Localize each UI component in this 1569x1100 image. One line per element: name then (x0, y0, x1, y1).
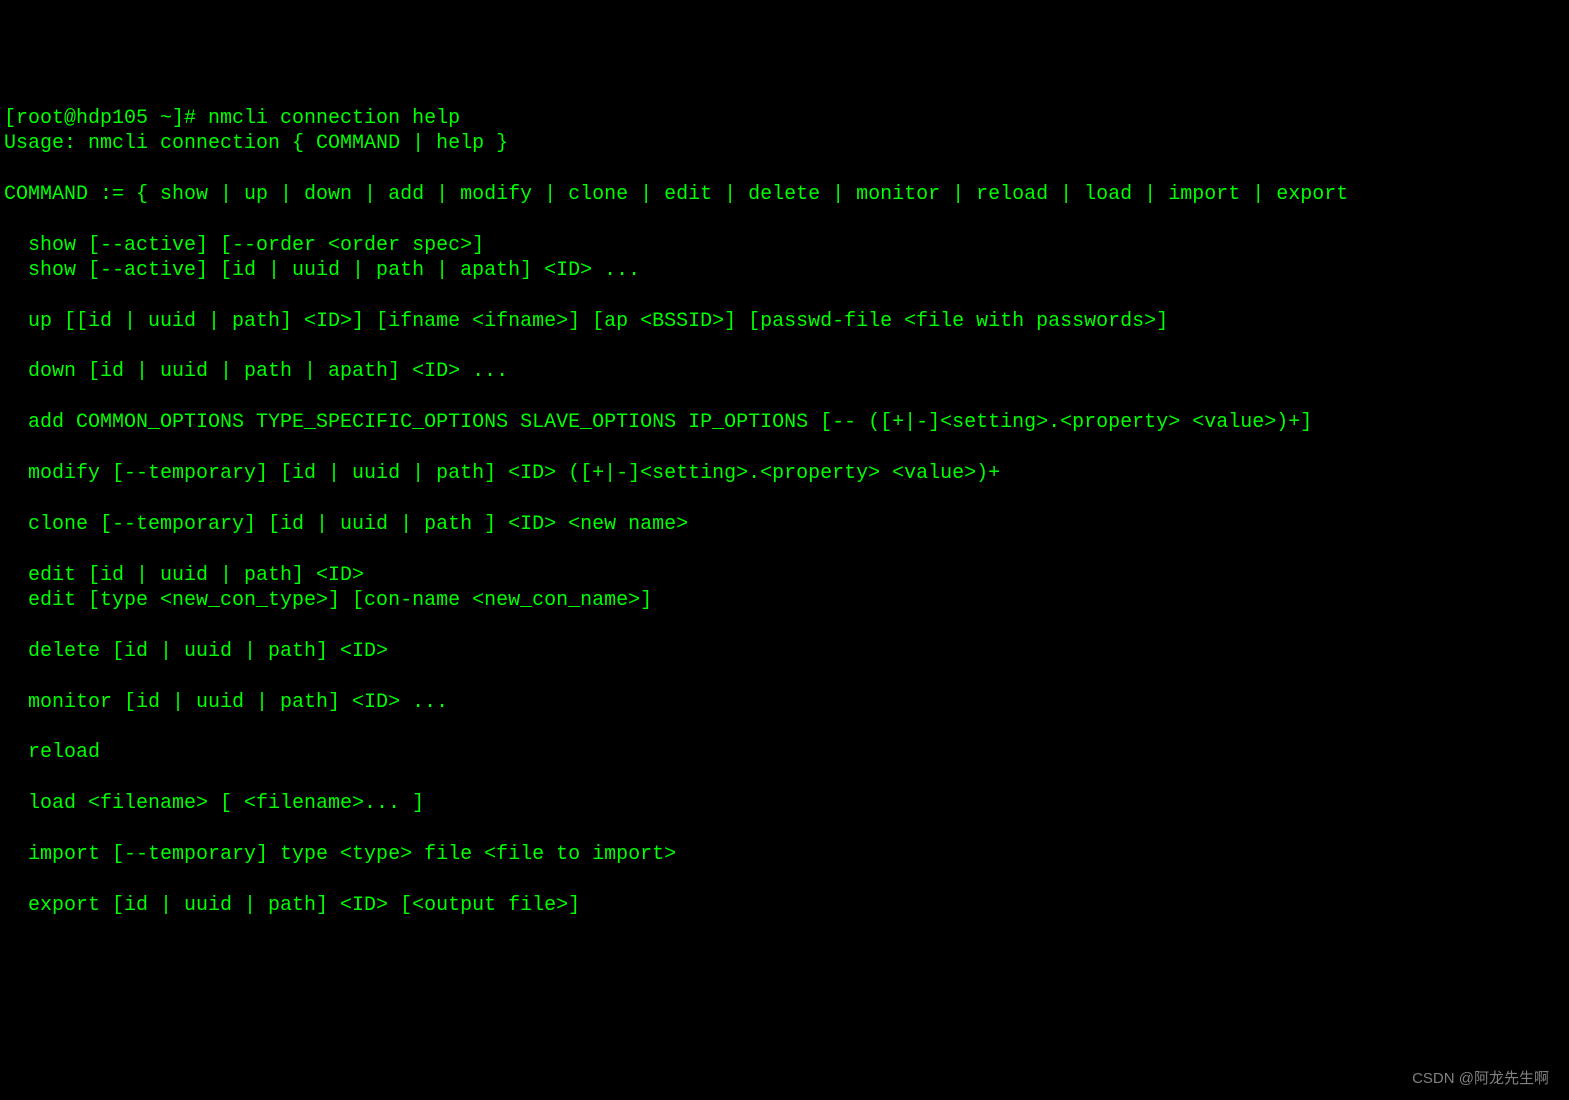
command-definition: COMMAND := { show | up | down | add | mo… (4, 183, 1348, 206)
import-syntax: import [--temporary] type <type> file <f… (4, 843, 676, 866)
edit-syntax-2: edit [type <new_con_type>] [con-name <ne… (4, 589, 652, 612)
clone-syntax: clone [--temporary] [id | uuid | path ] … (4, 513, 688, 536)
watermark-text: CSDN @阿龙先生啊 (1412, 1069, 1549, 1088)
usage-line: Usage: nmcli connection { COMMAND | help… (4, 132, 508, 155)
reload-syntax: reload (4, 741, 100, 764)
terminal-output: [root@hdp105 ~]# nmcli connection help U… (4, 106, 1565, 919)
down-syntax: down [id | uuid | path | apath] <ID> ... (4, 360, 508, 383)
show-syntax-2: show [--active] [id | uuid | path | apat… (4, 259, 640, 282)
show-syntax-1: show [--active] [--order <order spec>] (4, 234, 484, 257)
delete-syntax: delete [id | uuid | path] <ID> (4, 640, 388, 663)
export-syntax: export [id | uuid | path] <ID> [<output … (4, 894, 580, 917)
load-syntax: load <filename> [ <filename>... ] (4, 792, 424, 815)
edit-syntax-1: edit [id | uuid | path] <ID> (4, 564, 364, 587)
prompt-command-line: [root@hdp105 ~]# nmcli connection help (4, 107, 460, 130)
monitor-syntax: monitor [id | uuid | path] <ID> ... (4, 691, 448, 714)
up-syntax: up [[id | uuid | path] <ID>] [ifname <if… (4, 310, 1168, 333)
add-syntax: add COMMON_OPTIONS TYPE_SPECIFIC_OPTIONS… (4, 411, 1312, 434)
modify-syntax: modify [--temporary] [id | uuid | path] … (4, 462, 1000, 485)
